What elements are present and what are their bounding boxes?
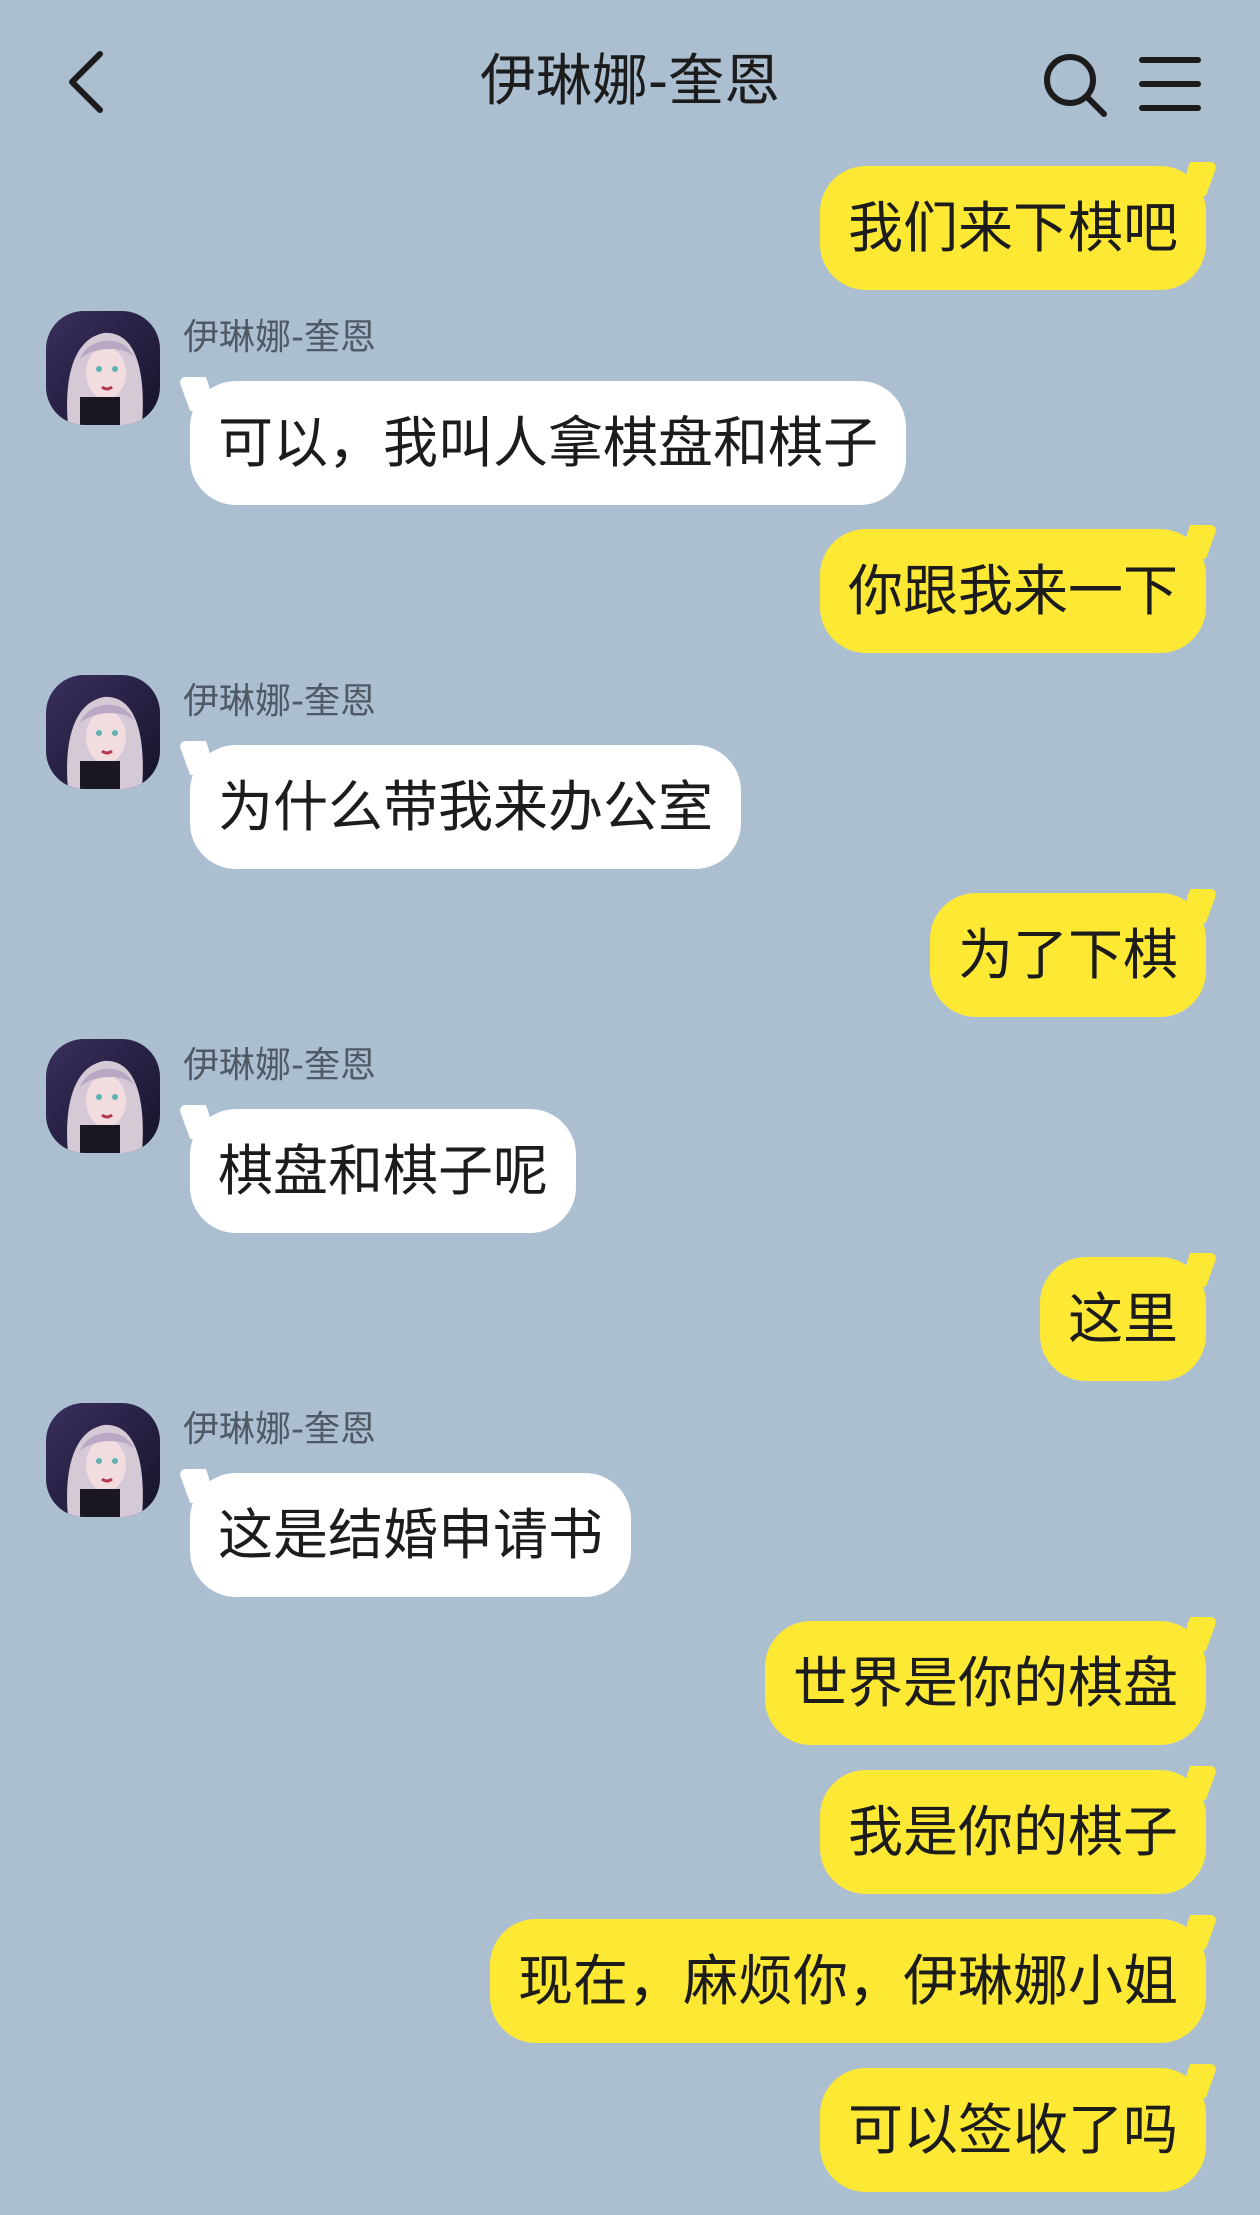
outgoing-message-bubble[interactable]: 这里	[1039, 1257, 1206, 1381]
avatar[interactable]	[46, 1039, 160, 1153]
incoming-message-bubble[interactable]: 可以，我叫人拿棋盘和棋子	[190, 381, 907, 505]
incoming-message-bubble[interactable]: 这是结婚申请书	[190, 1473, 632, 1597]
incoming-message-bubble[interactable]: 为什么带我来办公室	[190, 745, 742, 869]
search-button[interactable]	[1040, 50, 1110, 120]
sender-name: 伊琳娜-奎恩	[183, 681, 376, 722]
incoming-message-bubble[interactable]: 棋盘和棋子呢	[190, 1109, 577, 1233]
menu-button[interactable]	[1138, 52, 1202, 116]
sender-name: 伊琳娜-奎恩	[183, 1045, 376, 1086]
search-icon	[1044, 54, 1107, 117]
hamburger-menu-icon	[1139, 57, 1201, 111]
outgoing-message-bubble[interactable]: 我是你的棋子	[819, 1770, 1206, 1894]
sender-name: 伊琳娜-奎恩	[183, 317, 376, 358]
outgoing-message-bubble[interactable]: 可以签收了吗	[819, 2068, 1206, 2192]
avatar-portrait-icon	[46, 311, 160, 425]
sender-name: 伊琳娜-奎恩	[183, 1409, 376, 1450]
avatar-portrait-icon	[46, 1403, 160, 1517]
avatar[interactable]	[46, 675, 160, 789]
outgoing-message-bubble[interactable]: 为了下棋	[929, 893, 1206, 1017]
avatar[interactable]	[46, 311, 160, 425]
outgoing-message-bubble[interactable]: 现在，麻烦你，伊琳娜小姐	[489, 1919, 1206, 2043]
outgoing-message-bubble[interactable]: 我们来下棋吧	[819, 166, 1206, 290]
chat-header: 伊琳娜-奎恩	[0, 0, 1260, 165]
avatar[interactable]	[46, 1403, 160, 1517]
avatar-portrait-icon	[46, 1039, 160, 1153]
outgoing-message-bubble[interactable]: 你跟我来一下	[819, 529, 1206, 653]
avatar-portrait-icon	[46, 675, 160, 789]
outgoing-message-bubble[interactable]: 世界是你的棋盘	[764, 1621, 1206, 1745]
